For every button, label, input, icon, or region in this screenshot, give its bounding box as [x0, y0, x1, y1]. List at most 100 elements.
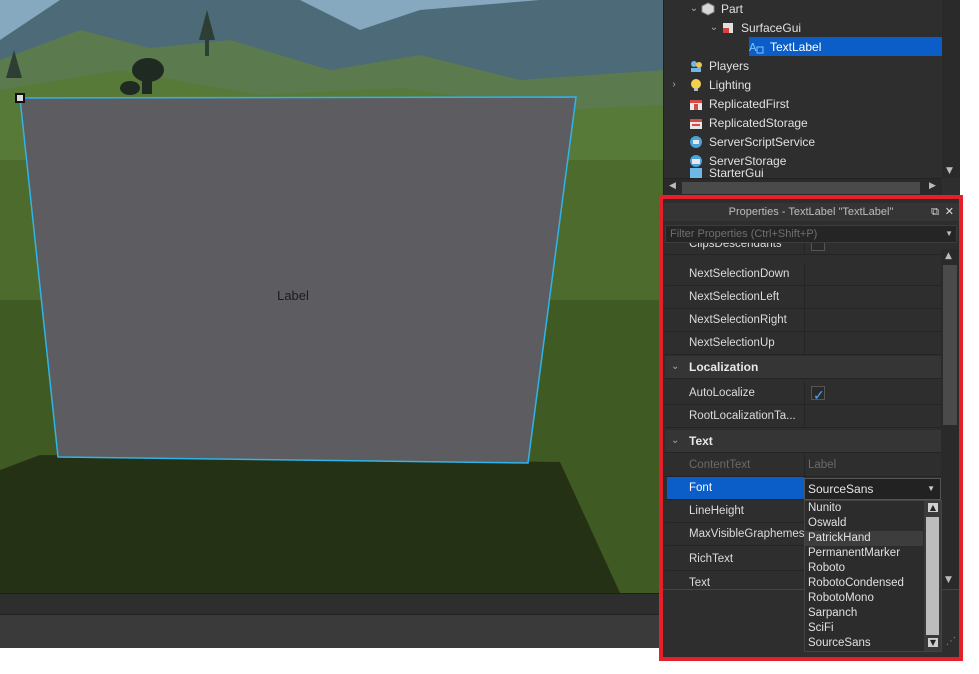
scroll-up-icon[interactable]: ▲ [945, 251, 952, 261]
tree-item-label: Players [709, 58, 750, 73]
properties-title: Properties - TextLabel "TextLabel" [728, 206, 894, 218]
property-value[interactable] [804, 309, 941, 331]
scrollbar-thumb[interactable] [926, 517, 939, 635]
tree-item-serverscriptservice[interactable]: ServerScriptService [664, 132, 942, 151]
property-name: RootLocalizationTa... [689, 410, 796, 422]
properties-vertical-scrollbar[interactable]: ▲ ▼ [941, 249, 959, 589]
part-icon [700, 1, 716, 16]
3d-viewport[interactable]: Label [0, 0, 663, 593]
property-row-nextselectionright[interactable]: NextSelectionRight [665, 309, 941, 332]
selection-handle[interactable] [15, 93, 25, 103]
category-text[interactable]: ⌄ Text [665, 430, 941, 453]
font-option[interactable]: Nunito [805, 501, 923, 516]
property-name: Font [667, 477, 804, 499]
startergui-icon [688, 168, 704, 178]
textlabel-icon: A [749, 40, 765, 54]
property-name: NextSelectionDown [689, 268, 790, 280]
close-icon[interactable]: ✕ [945, 203, 954, 221]
explorer-horizontal-scrollbar[interactable]: ◀ ▶ [664, 178, 942, 196]
category-label: Localization [689, 360, 759, 374]
property-row-nextselectiondown[interactable]: NextSelectionDown [665, 263, 941, 286]
font-option[interactable]: SciFi [805, 621, 923, 636]
property-row-clipsdescendants[interactable]: ClipsDescendants [665, 243, 941, 255]
font-option[interactable]: SourceSans [805, 636, 923, 651]
property-row-contenttext[interactable]: ContentText Label [665, 454, 941, 477]
window-bottom-margin [0, 648, 663, 674]
property-row-rootlocalizationtable[interactable]: RootLocalizationTa... [665, 405, 941, 428]
font-option[interactable]: RobotoCondensed [805, 576, 923, 591]
chevron-down-icon[interactable]: ⌄ [671, 356, 679, 378]
property-row-nextselectionleft[interactable]: NextSelectionLeft [665, 286, 941, 309]
font-option[interactable]: RobotoMono [805, 591, 923, 606]
font-option[interactable]: Sarpanch [805, 606, 923, 621]
resize-grip-icon[interactable]: ⋰ [946, 636, 956, 647]
font-option[interactable]: Roboto [805, 561, 923, 576]
tree-item-label: Part [721, 1, 744, 16]
tree-item-replicatedfirst[interactable]: ReplicatedFirst [664, 94, 942, 113]
category-localization[interactable]: ⌄ Localization [665, 356, 941, 379]
tree-item-replicatedstorage[interactable]: ReplicatedStorage [664, 113, 942, 132]
scroll-right-icon[interactable]: ▶ [929, 181, 936, 191]
scrollbar-thumb[interactable] [943, 265, 957, 425]
property-value[interactable] [804, 286, 941, 308]
tree-item-label: ServerStorage [709, 153, 787, 168]
serverstorage-icon [688, 154, 704, 168]
property-value[interactable] [804, 332, 941, 354]
serverscriptservice-icon [688, 135, 704, 149]
font-option[interactable]: PermanentMarker [805, 546, 923, 561]
scroll-up-icon[interactable]: ▲ [928, 503, 938, 512]
property-name: AutoLocalize [689, 387, 755, 399]
scroll-down-icon[interactable]: ▼ [928, 638, 938, 647]
property-row-nextselectionup[interactable]: NextSelectionUp [665, 332, 941, 355]
property-value[interactable] [804, 263, 941, 285]
scroll-down-icon[interactable]: ▼ [946, 166, 953, 176]
tree-item-label: ReplicatedFirst [709, 96, 790, 111]
chevron-down-icon[interactable]: ⌄ [671, 430, 679, 452]
tree-item-label: ServerScriptService [709, 134, 816, 149]
properties-title-bar: Properties - TextLabel "TextLabel" ⧉ ✕ [663, 203, 959, 221]
scene-illustration [0, 0, 663, 593]
chevron-down-icon[interactable]: ⌄ [708, 22, 720, 33]
property-name: ContentText [689, 459, 751, 471]
tree-item-label: SurfaceGui [741, 20, 802, 35]
tree-item-surfacegui[interactable]: ⌄ SurfaceGui [664, 18, 942, 37]
scroll-left-icon[interactable]: ◀ [669, 181, 676, 191]
explorer-panel: ⌄ Part ⌄ SurfaceGui A TextLabel Players … [663, 0, 979, 197]
property-row-autolocalize[interactable]: AutoLocalize [665, 382, 941, 406]
font-dropdown-list[interactable]: Nunito Oswald PatrickHand PermanentMarke… [804, 500, 942, 652]
explorer-vertical-scrollbar[interactable]: ▼ [942, 0, 960, 178]
property-value[interactable] [804, 405, 941, 427]
surfacegui-icon [720, 21, 736, 35]
viewport-status-bar [0, 593, 663, 614]
filter-properties-input[interactable]: Filter Properties (Ctrl+Shift+P) ▼ [665, 225, 957, 243]
font-option[interactable]: Oswald [805, 516, 923, 531]
filter-placeholder: Filter Properties (Ctrl+Shift+P) [670, 228, 818, 240]
autolocalize-checkbox[interactable] [811, 384, 825, 406]
scrollbar-thumb[interactable] [682, 182, 920, 194]
dropdown-scrollbar[interactable]: ▲ ▼ [924, 501, 941, 651]
scroll-down-icon[interactable]: ▼ [945, 575, 952, 585]
category-label: Text [689, 434, 713, 448]
tree-item-lighting[interactable]: › Lighting [664, 75, 942, 94]
dock-icon[interactable]: ⧉ [931, 203, 939, 221]
command-bar[interactable] [0, 614, 663, 648]
tree-item-startergui[interactable]: StarterGui [664, 168, 942, 178]
checkbox[interactable] [811, 243, 825, 251]
font-select-value: SourceSans [808, 482, 874, 496]
chevron-down-icon[interactable]: ▼ [927, 479, 935, 499]
tree-item-textlabel[interactable]: A TextLabel [749, 37, 942, 56]
chevron-down-icon[interactable]: ▼ [945, 226, 953, 242]
property-name: MaxVisibleGraphemes [689, 528, 804, 540]
chevron-right-icon[interactable]: › [668, 79, 680, 90]
font-select[interactable]: SourceSans ▼ [804, 478, 941, 500]
tree-item-part[interactable]: ⌄ Part [664, 0, 942, 18]
property-name: NextSelectionLeft [689, 291, 780, 303]
tree-item-label: Lighting [709, 77, 752, 92]
tree-item-players[interactable]: Players [664, 56, 942, 75]
tree-item-label: StarterGui [709, 168, 764, 178]
lighting-icon [688, 78, 704, 92]
property-name: LineHeight [689, 505, 744, 517]
property-name: ClipsDescendants [689, 243, 782, 250]
chevron-down-icon[interactable]: ⌄ [688, 3, 700, 14]
font-option-hovered[interactable]: PatrickHand [805, 531, 923, 546]
